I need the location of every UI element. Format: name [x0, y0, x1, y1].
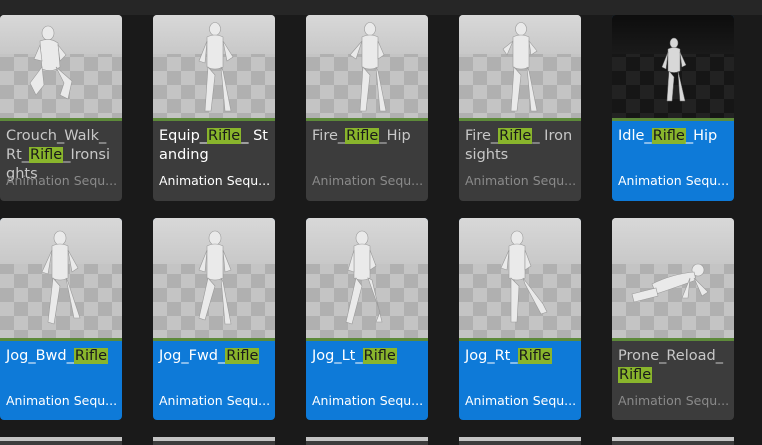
animation-thumbnail [0, 218, 122, 338]
mannequin-standing-icon [198, 22, 234, 112]
asset-name: Fire_Rifle_ Ironsights [465, 128, 573, 163]
asset-name: Crouch_Walk_Rt_Rifle_Ironsights [6, 128, 111, 182]
animation-thumbnail [459, 218, 581, 338]
asset-name: Idle_Rifle_Hip [618, 128, 718, 144]
asset-type-label: Animation Sequ... [159, 173, 271, 188]
asset-tile-partial[interactable] [0, 437, 122, 445]
asset-tile-idle-rifle-hip[interactable]: Idle_Rifle_Hip Animation Sequ... [612, 15, 734, 201]
mannequin-jog-rt-icon [500, 230, 548, 323]
asset-name: Jog_Rt_Rifle [465, 348, 552, 364]
asset-name: Equip_Rifle_ Standing [159, 128, 268, 163]
asset-tile-partial[interactable] [459, 437, 581, 445]
asset-name: Jog_Fwd_Rifle [159, 348, 260, 364]
mannequin-crouch-icon [29, 25, 73, 100]
search-highlight: Rifle [618, 367, 653, 383]
mannequin-idle-icon [661, 37, 687, 102]
search-highlight: Rifle [207, 128, 242, 144]
asset-tile-jog-fwd-rifle[interactable]: Jog_Fwd_Rifle Animation Sequ... [153, 218, 275, 420]
mannequin-jog-bwd-icon [41, 230, 81, 325]
asset-name: Prone_Reload_Rifle [618, 348, 723, 383]
asset-tile-jog-rt-rifle[interactable]: Jog_Rt_Rifle Animation Sequ... [459, 218, 581, 420]
mannequin-fire-hip-icon [349, 22, 387, 112]
mannequin-fire-ironsights-icon [502, 22, 538, 112]
animation-thumbnail [153, 15, 275, 118]
asset-tile-partial[interactable] [153, 437, 275, 445]
asset-tile-crouch-walk-rt-rifle-ironsights[interactable]: Crouch_Walk_Rt_Rifle_Ironsights Animatio… [0, 15, 122, 201]
animation-thumbnail [306, 15, 428, 118]
asset-name: Jog_Lt_Rifle [312, 348, 397, 364]
search-highlight: Rifle [225, 348, 260, 364]
asset-tile-jog-bwd-rifle[interactable]: Jog_Bwd_Rifle Animation Sequ... [0, 218, 122, 420]
asset-grid: Crouch_Walk_Rt_Rifle_Ironsights Animatio… [0, 0, 762, 445]
asset-type-label: Animation Sequ... [312, 173, 424, 188]
search-highlight: Rifle [362, 348, 397, 364]
asset-type-label: Animation Sequ... [6, 173, 118, 188]
asset-type-label: Animation Sequ... [159, 393, 271, 408]
asset-type-label: Animation Sequ... [6, 393, 118, 408]
search-highlight: Rifle [29, 147, 64, 163]
search-highlight: Rifle [517, 348, 552, 364]
asset-type-label: Animation Sequ... [618, 393, 730, 408]
search-highlight: Rifle [651, 128, 686, 144]
search-highlight: Rifle [498, 128, 533, 144]
asset-tile-equip-rifle-standing[interactable]: Equip_Rifle_ Standing Animation Sequ... [153, 15, 275, 201]
animation-thumbnail [0, 15, 122, 118]
asset-tile-fire-rifle-hip[interactable]: Fire_Rifle_Hip Animation Sequ... [306, 15, 428, 201]
mannequin-jog-fwd-icon [198, 230, 232, 325]
search-highlight: Rifle [73, 348, 109, 364]
asset-type-label: Animation Sequ... [465, 173, 577, 188]
asset-tile-jog-lt-rifle[interactable]: Jog_Lt_Rifle Animation Sequ... [306, 218, 428, 420]
asset-name: Jog_Bwd_Rifle [6, 348, 109, 364]
asset-type-label: Animation Sequ... [465, 393, 577, 408]
animation-thumbnail [459, 15, 581, 118]
animation-thumbnail [612, 15, 734, 118]
asset-type-label: Animation Sequ... [618, 173, 730, 188]
mannequin-jog-lt-icon [345, 230, 383, 325]
asset-tile-partial[interactable] [612, 437, 734, 445]
search-highlight: Rifle [345, 128, 380, 144]
asset-tile-fire-rifle-ironsights[interactable]: Fire_Rifle_ Ironsights Animation Sequ... [459, 15, 581, 201]
asset-name: Fire_Rifle_Hip [312, 128, 411, 144]
animation-thumbnail [153, 218, 275, 338]
asset-tile-partial[interactable] [306, 437, 428, 445]
asset-type-label: Animation Sequ... [312, 393, 424, 408]
animation-thumbnail [612, 218, 734, 338]
asset-tile-prone-reload-rifle[interactable]: Prone_Reload_Rifle Animation Sequ... [612, 218, 734, 420]
animation-thumbnail [306, 218, 428, 338]
mannequin-prone-icon [631, 263, 709, 303]
